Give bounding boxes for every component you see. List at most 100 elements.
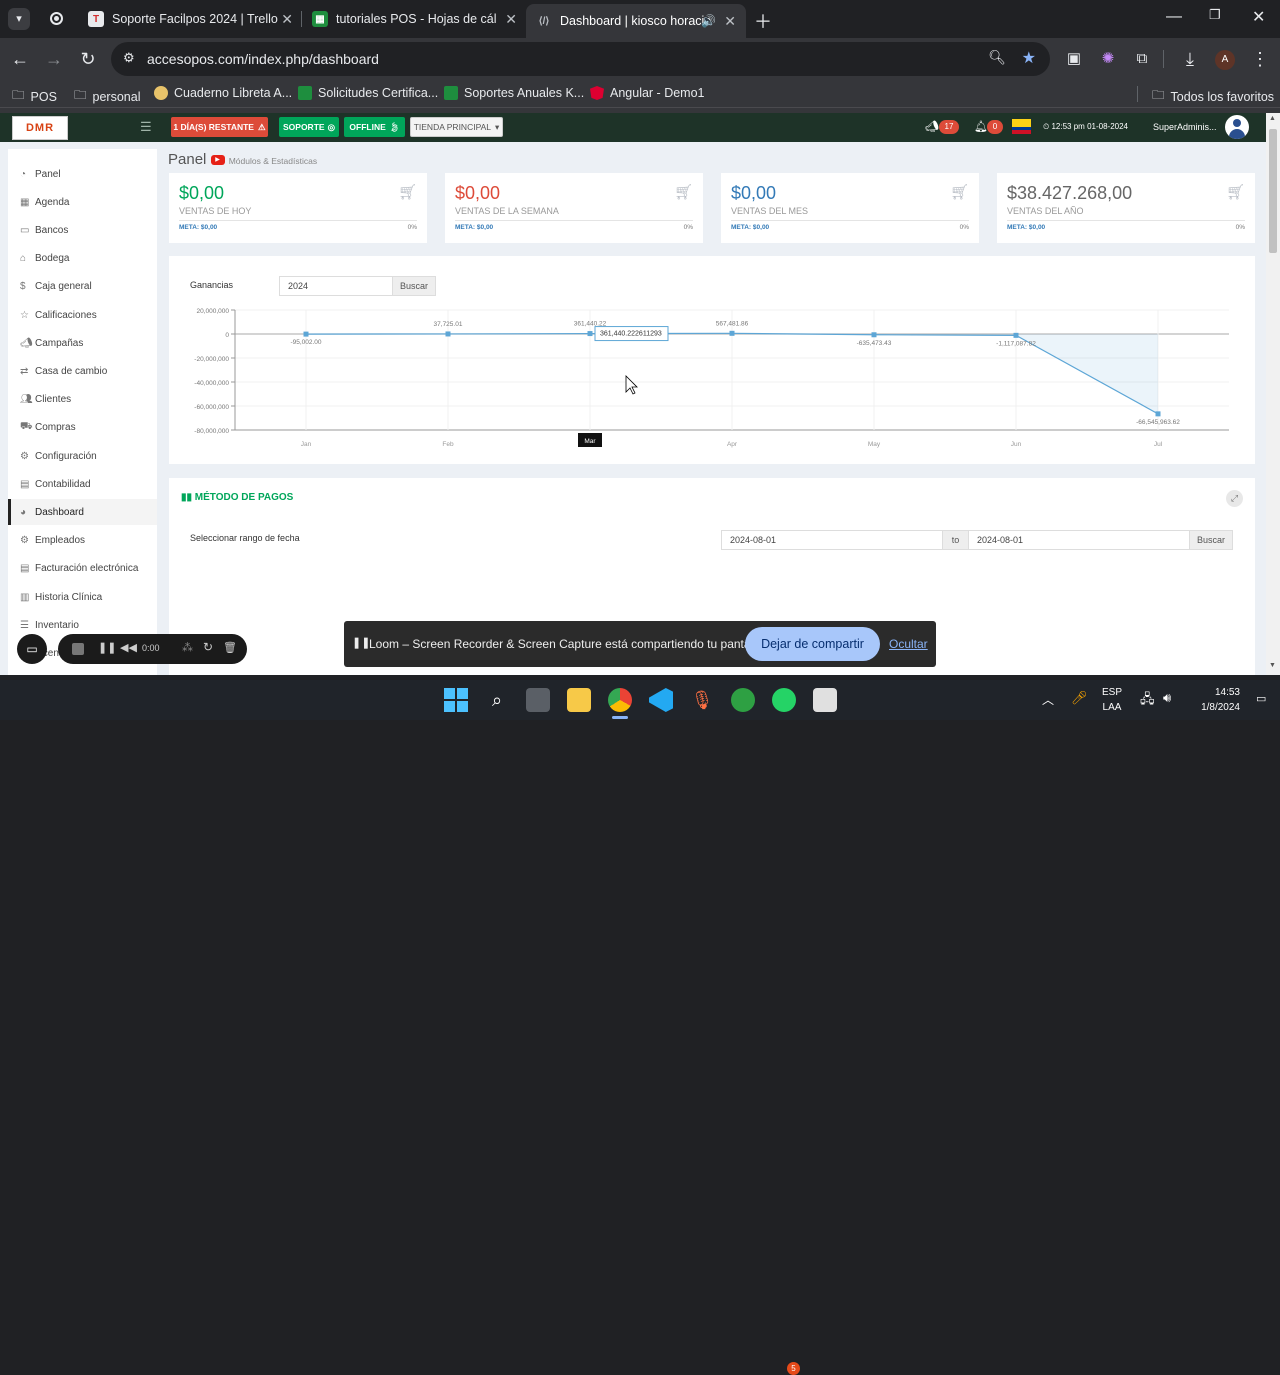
megaphone-icon[interactable]: 📣︎ [925,120,939,133]
close-icon[interactable]: ✕ [505,11,517,28]
tab-trello[interactable]: T Soporte Facilpos 2024 | Trello ✕ [88,6,293,32]
extension-loom-icon[interactable]: ✺ [1096,47,1120,71]
chevron-up-icon[interactable]: ︿ [1042,691,1054,708]
bell-icon[interactable]: 🔔︎ [974,120,988,133]
grid-icon[interactable]: ⁂ [182,641,193,654]
avatar[interactable]: A [1215,50,1235,70]
sidebar-item-agenda[interactable]: ▦ Agenda [8,189,157,215]
restore-button[interactable]: ❐ [1209,7,1221,23]
qr-icon[interactable]: ▣ [1062,47,1086,71]
logo[interactable]: DMR [12,116,68,140]
store-select[interactable]: TIENDA PRINCIPAL ▾ [410,117,503,137]
sidebar-toggle[interactable]: ☰ [140,119,152,135]
sidebar-item-compras[interactable]: ⛟ Compras [8,415,157,441]
clock[interactable]: 14:53 1/8/2024 [1190,685,1240,715]
sidebar-item-contabilidad[interactable]: ▤ Contabilidad [8,471,157,497]
bookmark-cuaderno[interactable]: Cuaderno Libreta A... [154,86,292,100]
menu-icon[interactable]: ⋮ [1248,47,1272,71]
sidebar-item-empleados[interactable]: ⚙ Empleados [8,528,157,554]
site-settings-icon[interactable]: ⚙ [123,50,135,66]
support-button[interactable]: SOPORTE ◎ [279,117,339,137]
restart-icon[interactable]: ↻ [203,640,213,654]
network-icon[interactable]: 🖧 [1140,690,1155,712]
sidebar-item-clientes[interactable]: 👥︎ Clientes [8,387,157,413]
task-view-icon[interactable] [526,688,550,712]
bookmark-personal[interactable]: 🗀 personal [74,86,140,107]
stop-recording-button[interactable] [72,643,84,655]
extensions-icon[interactable]: ⧉ [1130,47,1154,71]
vscode-icon[interactable] [649,688,673,712]
bookmark-soportes[interactable]: Soportes Anuales K... [444,86,584,100]
address-bar[interactable]: ⚙ accesopos.com/index.php/dashboard 🔍︎ ★ [111,42,1050,76]
close-icon[interactable]: ✕ [724,13,736,30]
flag-colombia-icon[interactable] [1012,119,1031,134]
close-icon[interactable]: ✕ [281,11,293,28]
search-icon[interactable]: ⌕ [485,688,509,712]
download-icon[interactable]: ⤓ [1178,47,1202,71]
new-tab-button[interactable]: ＋ [754,8,772,34]
rewind-icon[interactable]: ◀◀ [120,641,137,654]
podcast-icon[interactable]: 🎙︎ [690,688,714,712]
bookmark-solicitudes[interactable]: Solicitudes Certifica... [298,86,438,100]
pause-icon[interactable]: ❚❚ [98,641,116,654]
sidebar-item-campañas[interactable]: 📣︎ Campañas [8,330,157,356]
youtube-icon[interactable]: ▶ [210,155,225,166]
scroll-down-icon[interactable]: ▼ [1269,662,1276,669]
forward-button[interactable]: → [42,47,66,71]
windows-taskbar: ⌕ 🎙︎ 5 ︿ 🎤︎ ESP LAA 🖧 🔊︎ 14:53 1/8/2024 ▭ [0,680,1280,1375]
start-icon[interactable] [444,688,468,712]
sidebar-item-configuración[interactable]: ⚙ Configuración [8,443,157,469]
speaker-icon[interactable]: 🔊 [701,14,716,28]
sidebar-item-facturación-electrónica[interactable]: ▤ Facturación electrónica [8,556,157,582]
minimize-button[interactable]: — [1166,8,1182,26]
user-avatar[interactable] [1225,115,1249,139]
offline-button[interactable]: OFFLINE 🍃︎ [344,117,405,137]
timer-app-icon[interactable] [731,688,755,712]
notifications-icon[interactable]: ▭ [1256,692,1266,705]
sidebar-item-dashboard[interactable]: ◕ Dashboard [8,499,157,526]
bookmark-angular[interactable]: Angular - Demo1 [590,86,705,100]
sidebar-item-label: Inventario [35,619,79,631]
folder-icon: 🗀 [12,88,25,102]
sidebar-item-bancos[interactable]: ▭ Bancos [8,217,157,243]
volume-icon[interactable]: 🔊︎ [1163,690,1171,706]
sidebar-item-panel[interactable]: ◔ Panel [8,161,157,187]
sidebar-item-bodega[interactable]: ⌂ Bodega [8,246,157,272]
zoom-icon[interactable]: 🔍︎ [988,49,1006,66]
y-tick-label: -20,000,000 [194,356,229,363]
tab-sheets[interactable]: ▦ tutoriales POS - Hojas de cálcul ✕ [312,6,517,32]
back-button[interactable]: ← [8,47,32,71]
sidebar-item-casa-de-cambio[interactable]: ⇄ Casa de cambio [8,358,157,384]
all-bookmarks[interactable]: 🗀 Todos los favoritos [1152,86,1274,107]
timer: 0:00 [142,643,160,653]
whatsapp-icon[interactable] [772,688,796,712]
tab-dashboard[interactable]: ⟨/⟩ Dashboard | kiosco horacio 🔊 ✕ [526,4,746,38]
trash-icon[interactable]: 🗑︎ [223,641,237,654]
sidebar-item-caja-general[interactable]: $ Caja general [8,274,157,300]
y-tick-label: -60,000,000 [194,404,229,411]
user-menu[interactable]: SuperAdminis... [1153,122,1217,132]
scroll-up-icon[interactable]: ▲ [1269,115,1276,122]
tab-search-button[interactable]: ▾ [8,8,30,30]
microphone-icon[interactable]: 🎤︎ [1071,690,1088,706]
file-explorer-icon[interactable] [567,688,591,712]
language-indicator[interactable]: ESP LAA [1102,685,1122,715]
cart-icon: 🛒︎ [397,184,417,201]
sidebar-item-calificaciones[interactable]: ☆ Calificaciones [8,302,157,328]
reload-button[interactable]: ↻ [76,47,100,71]
bookmark-pos[interactable]: 🗀 POS [12,86,57,107]
loom-camera-button[interactable]: ▭ [17,634,47,664]
bookmark-star-icon[interactable]: ★ [1022,48,1036,68]
app-icon[interactable] [813,688,837,712]
days-left-button[interactable]: 1 DÍA(S) RESTANTE ⚠ [171,117,268,137]
chrome-icon[interactable] [608,688,632,712]
sidebar-item-label: Compras [35,422,76,434]
hide-link[interactable]: Ocultar [889,637,928,651]
close-window-button[interactable]: ✕ [1252,7,1265,27]
page-scrollbar[interactable]: ▲ ▼ [1266,113,1280,675]
calendar-icon: ▦ [20,196,30,208]
whatsapp-badge: 5 [787,1362,800,1375]
exchange-icon: ⇄ [20,365,29,377]
stop-sharing-button[interactable]: Dejar de compartir [745,627,880,661]
sidebar-item-historia-clínica[interactable]: ▥ Historia Clínica [8,584,157,610]
